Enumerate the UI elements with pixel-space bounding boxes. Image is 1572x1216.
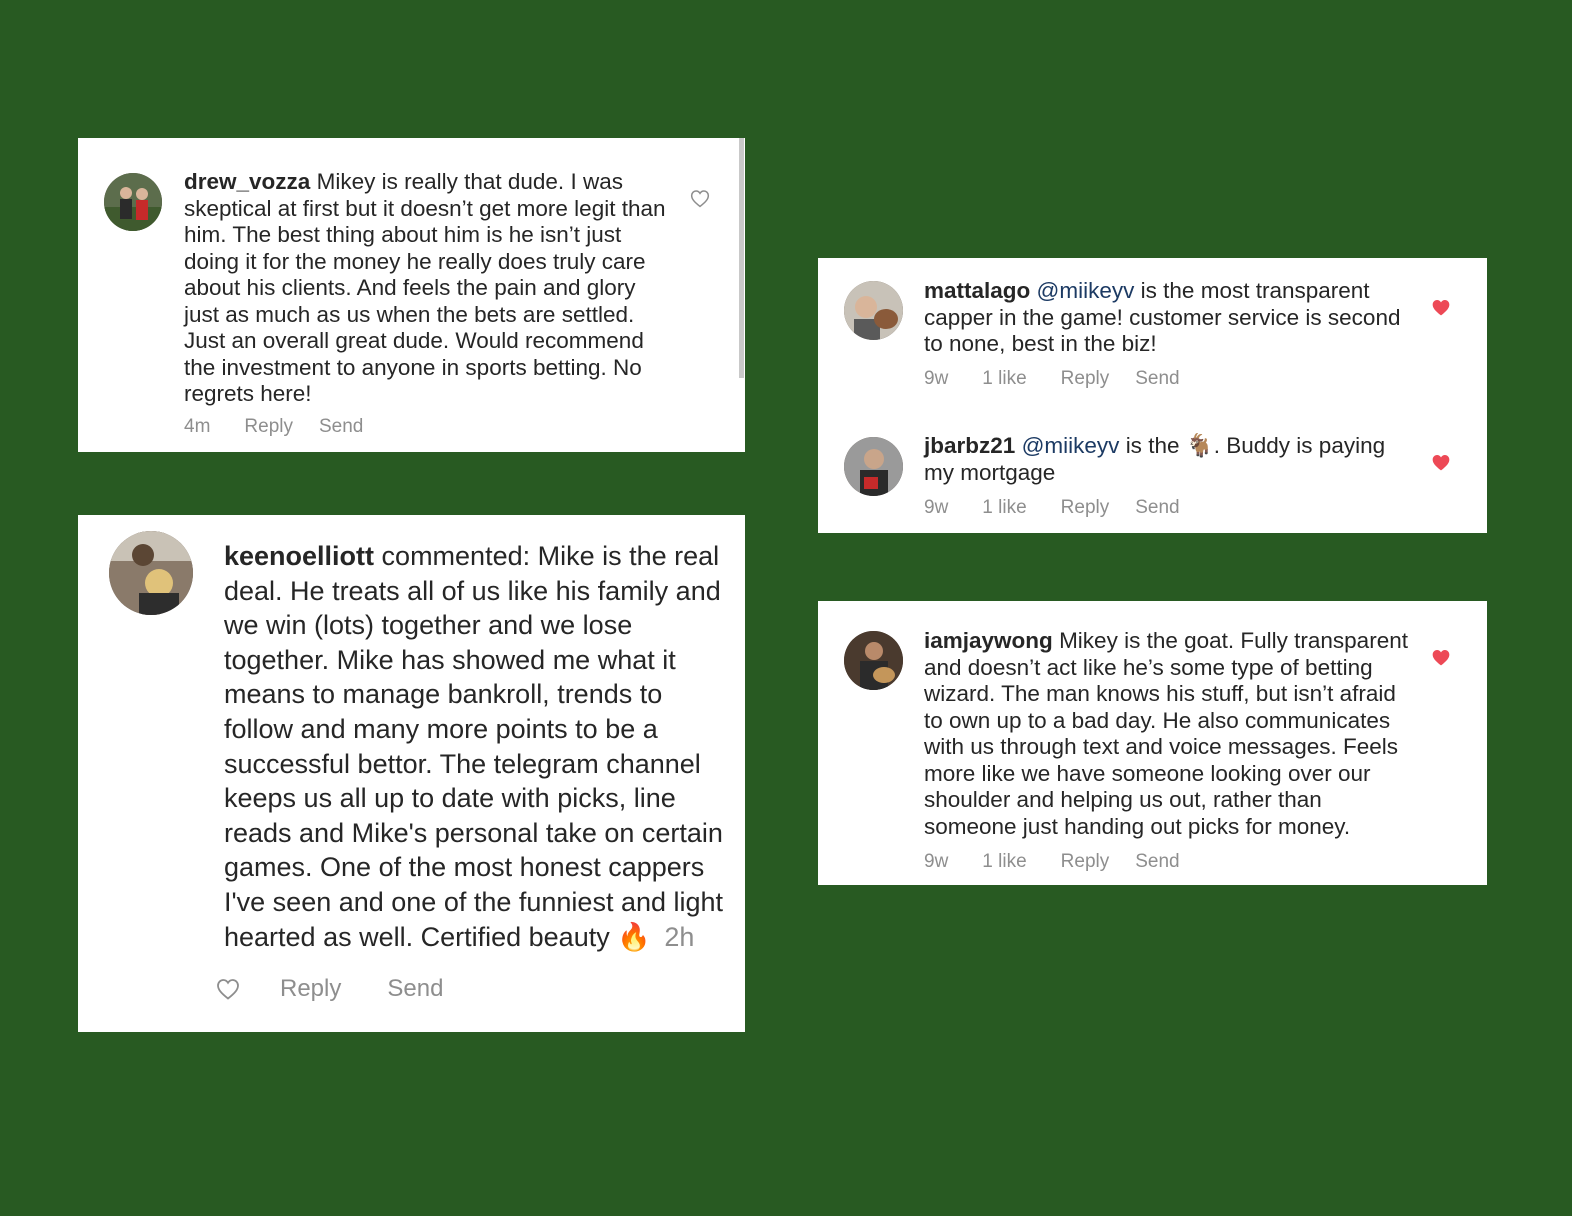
timestamp: 2h — [664, 921, 695, 952]
comment-actions: 9w 1 like Reply Send — [924, 851, 1180, 873]
likes-count[interactable]: 1 like — [982, 497, 1026, 519]
timestamp: 4m — [184, 416, 211, 437]
timestamp: 9w — [924, 851, 949, 872]
comment-text: iamjaywong Mikey is the goat. Fully tran… — [924, 628, 1419, 840]
comment-text: keenoelliott commented: Mike is the real… — [224, 539, 729, 954]
username[interactable]: drew_vozza — [184, 169, 310, 194]
username[interactable]: keenoelliott — [224, 541, 374, 571]
liked-heart-icon[interactable] — [1431, 648, 1451, 667]
comment-actions: 9w 1 like Reply Send — [924, 368, 1180, 390]
comment-text: drew_vozza Mikey is really that dude. I … — [184, 169, 674, 408]
like-heart-icon[interactable] — [690, 189, 710, 208]
comment-body: Mikey is the goat. Fully transparent and… — [924, 628, 1408, 839]
comment-actions: 9w 1 like Reply Send — [924, 497, 1180, 519]
reply-button[interactable]: Reply — [1061, 497, 1110, 519]
comment-card-keenoelliott: keenoelliott commented: Mike is the real… — [78, 515, 745, 1032]
comment-card-iamjaywong: iamjaywong Mikey is the goat. Fully tran… — [818, 601, 1487, 885]
like-heart-icon[interactable] — [216, 978, 240, 1000]
username[interactable]: mattalago — [924, 278, 1030, 303]
likes-count[interactable]: 1 like — [982, 851, 1026, 873]
likes-count[interactable]: 1 like — [982, 368, 1026, 390]
comment-card-drew-vozza: drew_vozza Mikey is really that dude. I … — [78, 138, 745, 452]
avatar[interactable] — [844, 437, 903, 496]
reply-button[interactable]: Reply — [280, 975, 341, 1003]
comment-actions: Reply Send — [216, 975, 443, 1003]
send-button[interactable]: Send — [1135, 497, 1179, 519]
avatar[interactable] — [844, 631, 903, 690]
comment-text: mattalago @miikeyv is the most transpare… — [924, 278, 1419, 358]
send-button[interactable]: Send — [387, 975, 443, 1003]
username[interactable]: jbarbz21 — [924, 433, 1015, 458]
reply-button[interactable]: Reply — [244, 416, 293, 438]
comment-body-start: is the — [1125, 433, 1180, 458]
timestamp: 9w — [924, 497, 949, 518]
mention-link[interactable]: @miikeyv — [1037, 278, 1135, 303]
send-button[interactable]: Send — [1135, 851, 1179, 873]
timestamp: 9w — [924, 368, 949, 389]
send-button[interactable]: Send — [1135, 368, 1179, 390]
reply-button[interactable]: Reply — [1061, 368, 1110, 390]
liked-heart-icon[interactable] — [1431, 453, 1451, 472]
avatar[interactable] — [844, 281, 903, 340]
mention-link[interactable]: @miikeyv — [1022, 433, 1120, 458]
liked-heart-icon[interactable] — [1431, 298, 1451, 317]
comment-actions: 4m Reply Send — [184, 416, 363, 438]
scrollbar[interactable] — [739, 138, 744, 378]
comment-body: Mikey is really that dude. I was skeptic… — [184, 169, 666, 407]
avatar[interactable] — [104, 173, 162, 231]
reply-button[interactable]: Reply — [1061, 851, 1110, 873]
goat-emoji: 🐐 — [1185, 433, 1214, 458]
comment-body: commented: Mike is the real deal. He tre… — [224, 541, 724, 952]
fire-emoji: 🔥 — [617, 921, 651, 952]
username[interactable]: iamjaywong — [924, 628, 1053, 653]
avatar[interactable] — [109, 531, 193, 615]
comment-card-group: mattalago @miikeyv is the most transpare… — [818, 258, 1487, 533]
comment-text: jbarbz21 @miikeyv is the 🐐. Buddy is pay… — [924, 433, 1419, 486]
send-button[interactable]: Send — [319, 416, 363, 438]
